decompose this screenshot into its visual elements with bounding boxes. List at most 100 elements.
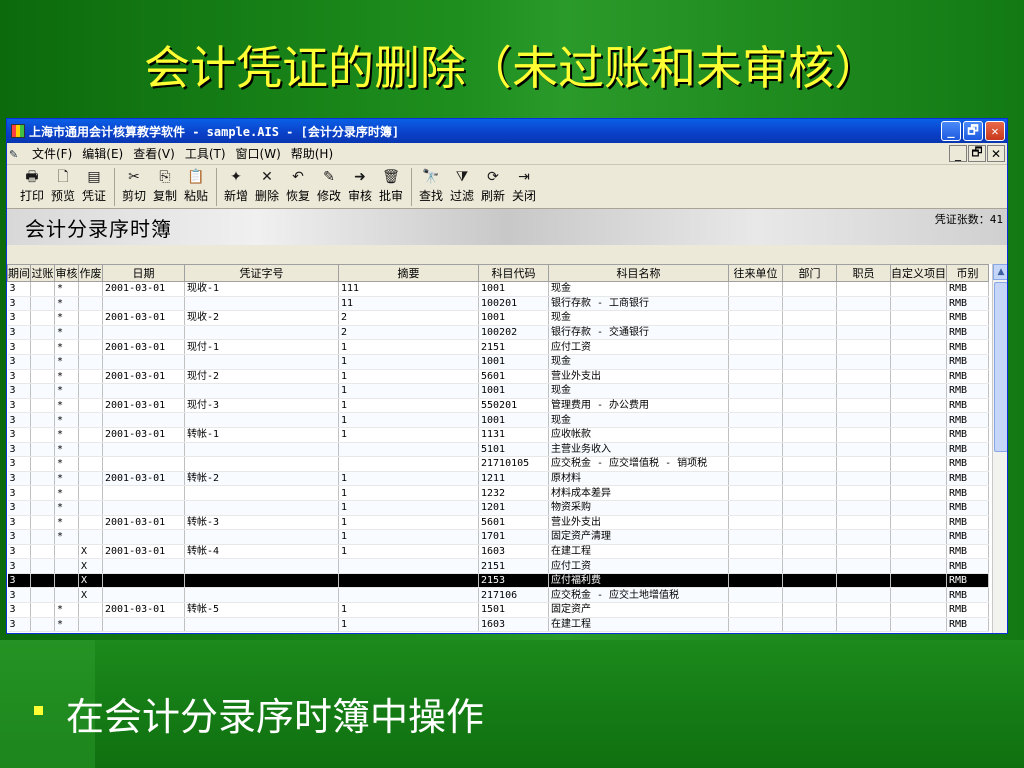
toolbar: 🖶 打印 🗋 预览 ▤ 凭证 ✂ 剪切 ⎘ 复制 📋 粘贴 ✦ 新增 ✕ 删除 ↶ 恢复 ✎ 修改 ➜ 审核 🗑 批审 🔭 查找 ⧩… — [7, 165, 1007, 209]
table-row[interactable]: 3 X 217106 应交税金 - 应交土地增值税 RMB — [7, 587, 989, 604]
table-row[interactable]: 3 * 2001-03-01 现付-1 1 2151 应付工资 RMB — [7, 339, 989, 355]
table-row[interactable]: 3 * 11 100201 银行存款 - 工商银行 RMB — [7, 296, 989, 312]
column-header[interactable]: 科目名称 — [548, 264, 729, 282]
scroll-up-arrow-icon[interactable]: ▲ — [993, 264, 1007, 280]
filter-icon: ⧩ — [455, 169, 469, 185]
table-row[interactable]: 3 * 2001-03-01 转帐-5 1 1501 固定资产 RMB — [7, 602, 989, 618]
mdi-close-button[interactable]: ✕ — [987, 145, 1005, 162]
table-cell: * — [54, 471, 79, 487]
table-cell: 现收-1 — [184, 281, 339, 297]
filter-button[interactable]: ⧩ 过滤 — [447, 168, 477, 204]
menu-view[interactable]: 查看(V) — [128, 145, 180, 162]
column-header[interactable]: 自定义项目 — [890, 264, 947, 282]
close-button[interactable]: ✕ — [985, 121, 1005, 141]
table-cell — [30, 281, 55, 297]
menu-tools[interactable]: 工具(T) — [180, 145, 231, 162]
table-cell — [782, 500, 837, 516]
modify-label: 修改 — [316, 189, 341, 203]
table-row[interactable]: 3 X 2151 应付工资 RMB — [7, 558, 989, 574]
approve-button[interactable]: 🗑 批审 — [376, 168, 406, 204]
menu-edit[interactable]: 编辑(E) — [77, 145, 128, 162]
table-row[interactable]: 3 * 1 1232 材料成本差异 RMB — [7, 485, 989, 501]
table-row[interactable]: 3 * 2001-03-01 现收-1 111 1001 现金 RMB — [7, 281, 989, 297]
table-row[interactable]: 3 * 2001-03-01 现收-2 2 1001 现金 RMB — [7, 310, 989, 326]
restore-button[interactable]: ↶ 恢复 — [283, 168, 313, 204]
minimize-button[interactable]: _ — [941, 121, 961, 141]
table-cell — [890, 369, 947, 385]
table-cell: 现金 — [548, 281, 729, 297]
window-titlebar[interactable]: 上海市通用会计核算教学软件 - sample.AIS - [会计分录序时簿] _… — [7, 119, 1007, 143]
table-cell — [78, 310, 103, 326]
column-header[interactable]: 日期 — [102, 264, 185, 282]
table-row[interactable]: 3 * 1 1001 现金 RMB — [7, 383, 989, 399]
table-cell — [782, 281, 837, 297]
copy-button[interactable]: ⎘ 复制 — [150, 168, 180, 204]
menu-help[interactable]: 帮助(H) — [286, 145, 338, 162]
column-header[interactable]: 摘要 — [338, 264, 479, 282]
table-row[interactable]: 3 * 5101 主营业务收入 RMB — [7, 442, 989, 458]
table-cell — [78, 442, 103, 458]
menu-window[interactable]: 窗口(W) — [231, 145, 286, 162]
table-row[interactable]: 3 * 1 1001 现金 RMB — [7, 412, 989, 428]
table-row[interactable]: 3 * 1 1603 在建工程 RMB — [7, 617, 989, 633]
table-cell: 3 — [7, 602, 31, 618]
column-header[interactable]: 作废 — [78, 264, 103, 282]
refresh-button[interactable]: ⟳ 刷新 — [478, 168, 508, 204]
print-button[interactable]: 🖶 打印 — [17, 168, 47, 204]
table-cell — [102, 296, 185, 312]
column-header[interactable]: 部门 — [782, 264, 837, 282]
column-header[interactable]: 职员 — [836, 264, 891, 282]
table-cell: * — [54, 456, 79, 472]
table-cell: 应交税金 - 应交增值税 - 销项税 — [548, 456, 729, 472]
slide-title: 会计凭证的删除（未过账和未审核） — [144, 41, 880, 95]
column-header[interactable]: 科目代码 — [478, 264, 549, 282]
table-row[interactable]: 3 * 2 100202 银行存款 - 交通银行 RMB — [7, 325, 989, 341]
new-button[interactable]: ✦ 新增 — [221, 168, 251, 204]
table-cell: * — [54, 515, 79, 531]
closewin-button[interactable]: ⇥ 关闭 — [509, 168, 539, 204]
table-row[interactable]: 3 * 2001-03-01 现付-3 1 550201 管理费用 - 办公费用 RMB — [7, 398, 989, 414]
table-cell — [78, 398, 103, 414]
menu-file[interactable]: 文件(F) — [27, 145, 77, 162]
table-cell — [30, 398, 55, 414]
mdi-minimize-button[interactable]: _ — [949, 145, 967, 162]
table-row[interactable]: 3 X 2153 应付福利费 RMB — [7, 573, 989, 589]
table-cell — [78, 369, 103, 385]
delete-button[interactable]: ✕ 删除 — [252, 168, 282, 204]
column-header[interactable]: 往来单位 — [728, 264, 783, 282]
table-cell — [78, 427, 103, 443]
column-header[interactable]: 凭证字号 — [184, 264, 339, 282]
column-header[interactable]: 期间 — [7, 264, 31, 282]
table-cell — [782, 573, 837, 589]
mdi-controls: _ 🗗 ✕ — [949, 145, 1007, 162]
window-controls: _ 🗗 ✕ — [941, 121, 1007, 141]
table-cell: RMB — [946, 281, 989, 297]
table-row[interactable]: 3 * 2001-03-01 转帐-2 1 1211 原材料 RMB — [7, 471, 989, 487]
table-cell: 现付-1 — [184, 339, 339, 355]
table-row[interactable]: 3 * 1 1001 现金 RMB — [7, 354, 989, 370]
find-button[interactable]: 🔭 查找 — [416, 168, 446, 204]
table-row[interactable]: 3 * 2001-03-01 转帐-3 1 5601 营业外支出 RMB — [7, 515, 989, 531]
restore-button[interactable]: 🗗 — [963, 121, 983, 141]
vertical-scrollbar[interactable]: ▲ — [992, 264, 1007, 633]
ledger-title: 会计分录序时簿 — [25, 216, 172, 241]
modify-button[interactable]: ✎ 修改 — [314, 168, 344, 204]
preview-button[interactable]: 🗋 预览 — [48, 168, 78, 204]
cut-button[interactable]: ✂ 剪切 — [119, 168, 149, 204]
table-row[interactable]: 3 * 2001-03-01 现付-2 1 5601 营业外支出 RMB — [7, 369, 989, 385]
column-header[interactable]: 过账 — [30, 264, 55, 282]
column-header[interactable]: 币别 — [946, 264, 989, 282]
table-row[interactable]: 3 * 2001-03-01 转帐-1 1 1131 应收帐款 RMB — [7, 427, 989, 443]
column-header[interactable]: 审核 — [54, 264, 79, 282]
paste-button[interactable]: 📋 粘贴 — [181, 168, 211, 204]
table-row[interactable]: 3 * 21710105 应交税金 - 应交增值税 - 销项税 RMB — [7, 456, 989, 472]
table-row[interactable]: 3 * 1 1701 固定资产清理 RMB — [7, 529, 989, 545]
scroll-thumb[interactable] — [994, 282, 1007, 452]
table-row[interactable]: 3 X 2001-03-01 转帐-4 1 1603 在建工程 RMB — [7, 544, 989, 560]
mdi-restore-button[interactable]: 🗗 — [968, 145, 986, 162]
table-cell — [890, 573, 947, 589]
voucher-button[interactable]: ▤ 凭证 — [79, 168, 109, 204]
table-row[interactable]: 3 * 1 1201 物资采购 RMB — [7, 500, 989, 516]
table-cell: 银行存款 - 工商银行 — [548, 296, 729, 312]
audit-button[interactable]: ➜ 审核 — [345, 168, 375, 204]
